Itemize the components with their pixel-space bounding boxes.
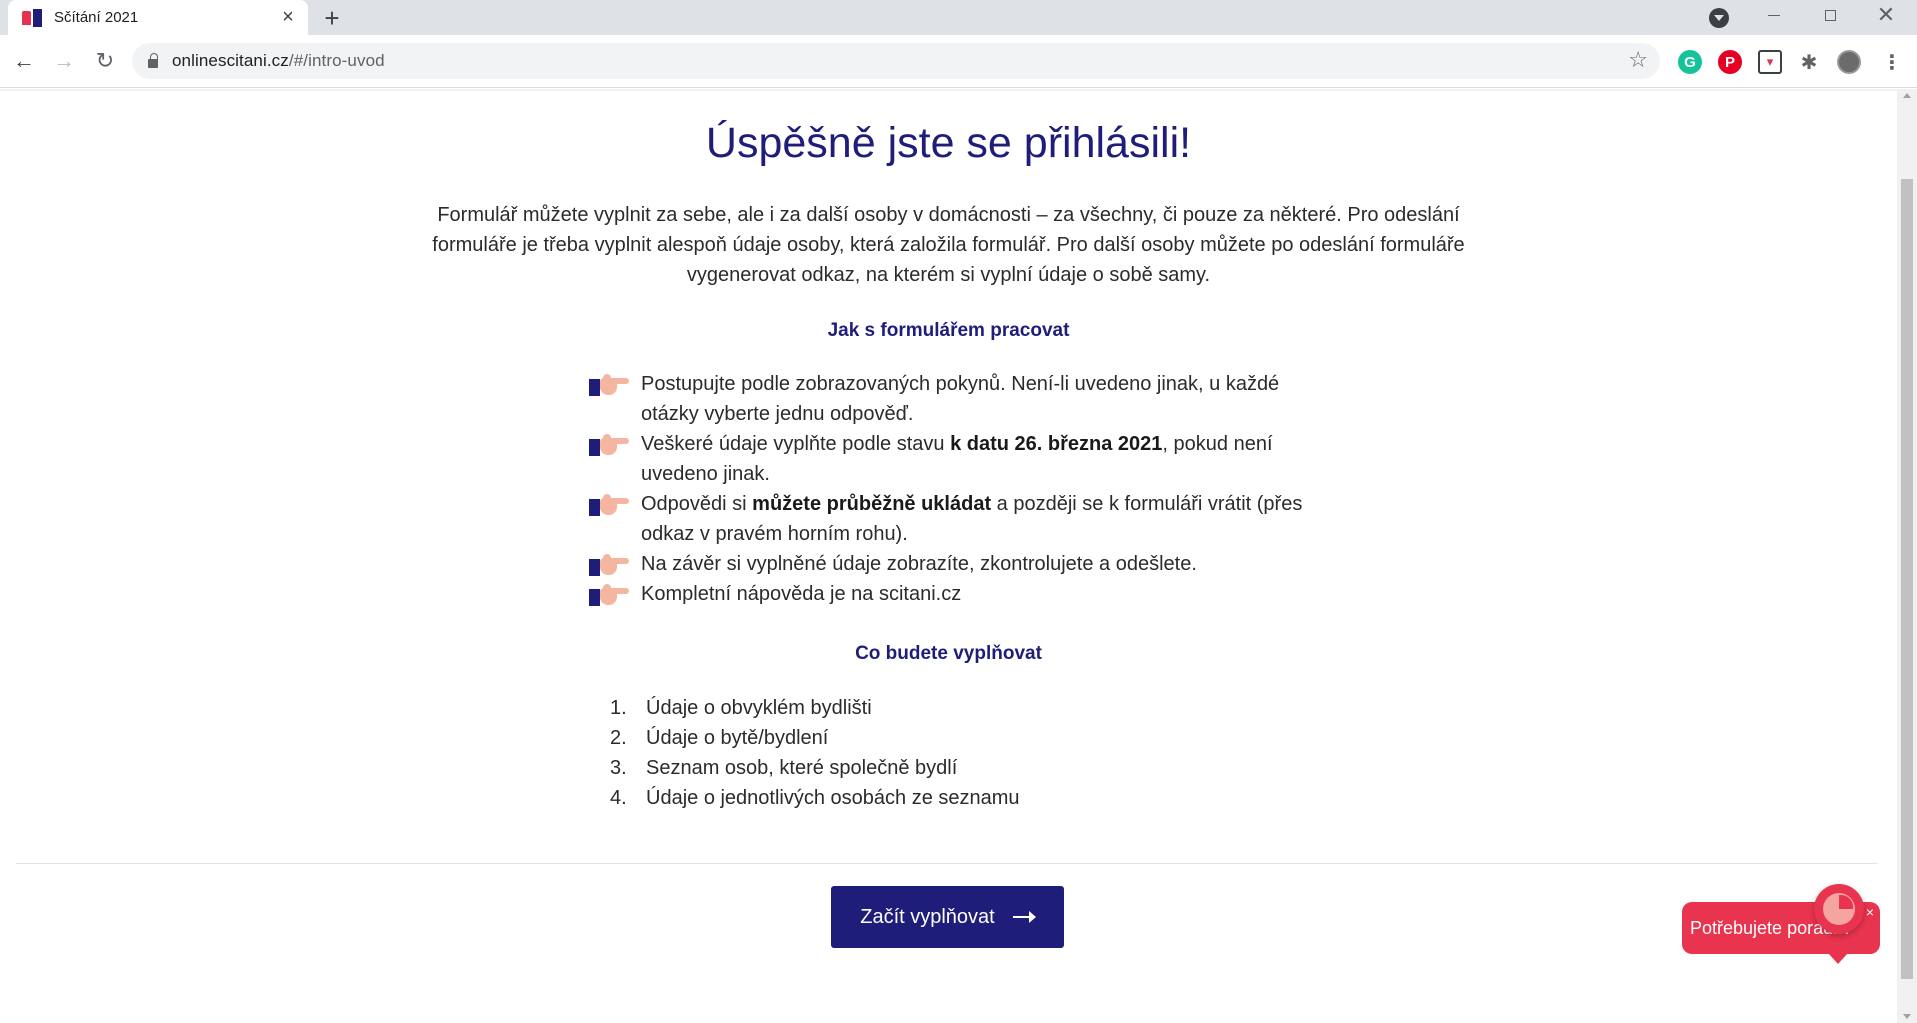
tab-close-icon[interactable]: ×: [274, 4, 302, 32]
browser-tab-bar: Sčítání 2021 × + ✕: [0, 0, 1917, 35]
intro-text: Formulář můžete vyplnit za sebe, ale i z…: [432, 204, 1465, 286]
start-filling-button[interactable]: Začít vyplňovat: [831, 886, 1064, 948]
back-arrow-icon[interactable]: ←: [10, 47, 38, 75]
step-number: 4.: [610, 787, 627, 809]
arrow-right-icon: [1012, 911, 1036, 923]
browser-toolbar: ← → ↻ onlinescitani.cz/#/intro-uvod ☆ G …: [0, 35, 1917, 88]
tip-text: Postupujte podle zobrazovaných pokynů. N…: [641, 373, 1280, 425]
browser-menu-icon[interactable]: ⋮: [1880, 50, 1904, 74]
tip-item: Kompletní nápověda je na scitani.cz: [585, 579, 1305, 609]
help-close-icon[interactable]: ×: [1866, 904, 1874, 920]
tip-text: Veškeré údaje vyplňte podle stavu: [641, 433, 951, 455]
window-close-button[interactable]: ✕: [1858, 0, 1914, 30]
tip-item: Na závěr si vyplněné údaje zobrazíte, zk…: [585, 549, 1305, 579]
scroll-up-arrow-icon[interactable]: [1903, 93, 1911, 98]
scrollbar-thumb[interactable]: [1901, 179, 1913, 979]
browser-tab[interactable]: Sčítání 2021 ×: [8, 0, 308, 35]
start-button-label: Začít vyplňovat: [860, 905, 995, 928]
chat-launcher-icon[interactable]: [1814, 884, 1864, 934]
lock-icon[interactable]: [148, 52, 158, 68]
pointing-hand-icon: [587, 553, 631, 577]
tip-text: Kompletní nápověda je na scitani.cz: [641, 583, 962, 605]
step-item: 4. Údaje o jednotlivých osobách ze seznam…: [610, 783, 1210, 813]
section-divider: [16, 863, 1877, 864]
tips-list: Postupujte podle zobrazovaných pokynů. N…: [585, 369, 1305, 609]
window-minimize-button[interactable]: [1746, 0, 1802, 30]
step-item: 2. Údaje o bytě/bydlení: [610, 723, 1210, 753]
window-restore-button[interactable]: [1802, 0, 1858, 30]
step-number: 3.: [610, 757, 627, 779]
tab-title: Sčítání 2021: [54, 9, 139, 26]
tab-search-icon[interactable]: [1709, 8, 1729, 28]
tip-text: Odpovědi si: [641, 493, 753, 515]
tip-item: Veškeré údaje vyplňte podle stavu k datu…: [585, 429, 1305, 489]
forward-arrow-icon[interactable]: →: [50, 47, 78, 75]
pointing-hand-icon: [587, 493, 631, 517]
step-label: Údaje o obvyklém bydlišti: [646, 697, 872, 719]
page-title: Úspěšně jste se přihlásili!: [705, 119, 1192, 167]
tip-item: Postupujte podle zobrazovaných pokynů. N…: [585, 369, 1305, 429]
extensions-puzzle-icon[interactable]: ✱: [1797, 50, 1821, 74]
step-label: Seznam osob, které společně bydlí: [646, 757, 958, 779]
tip-emphasis: k datu 26. března 2021: [950, 433, 1163, 455]
step-item: 3. Seznam osob, které společně bydlí: [610, 753, 1210, 783]
step-number: 1.: [610, 697, 627, 719]
pinterest-icon[interactable]: P: [1718, 50, 1742, 74]
address-bar[interactable]: onlinescitani.cz/#/intro-uvod ☆: [132, 43, 1660, 79]
how-to-heading: Jak s formulářem pracovat: [827, 320, 1070, 341]
step-label: Údaje o bytě/bydlení: [646, 727, 829, 749]
pointing-hand-icon: [587, 373, 631, 397]
new-tab-button[interactable]: +: [318, 3, 346, 33]
pointing-hand-icon: [587, 583, 631, 607]
steps-list: 1. Údaje o obvyklém bydlišti 2. Údaje o by…: [610, 693, 1210, 813]
step-number: 2.: [610, 727, 627, 749]
pointing-hand-icon: [587, 433, 631, 457]
site-favicon-icon: [22, 8, 44, 27]
what-to-fill-heading: Co budete vyplňovat: [855, 643, 1042, 664]
tip-emphasis: můžete průběžně ukládat: [752, 493, 992, 515]
reload-icon[interactable]: ↻: [91, 47, 119, 75]
tip-item: Odpovědi si můžete průběžně ukládat a po…: [585, 489, 1305, 549]
header-shadow-divider: [0, 89, 1897, 91]
scroll-down-arrow-icon[interactable]: [1903, 1014, 1911, 1019]
step-label: Údaje o jednotlivých osobách ze seznamu: [646, 787, 1020, 809]
tip-text: Na závěr si vyplněné údaje zobrazíte, zk…: [641, 553, 1197, 575]
pocket-icon[interactable]: ▾: [1758, 50, 1782, 74]
bookmark-star-icon[interactable]: ☆: [1628, 47, 1648, 73]
profile-avatar[interactable]: [1837, 50, 1861, 74]
vertical-scrollbar[interactable]: [1897, 89, 1917, 1023]
grammarly-icon[interactable]: G: [1678, 50, 1702, 74]
url-host: onlinescitani.cz: [172, 51, 289, 70]
url-path: /#/intro-uvod: [288, 51, 385, 70]
step-item: 1. Údaje o obvyklém bydlišti: [610, 693, 1210, 723]
page-content: Úspěšně jste se přihlásili! Formulář můž…: [0, 89, 1897, 1023]
url-text[interactable]: onlinescitani.cz/#/intro-uvod: [172, 51, 385, 71]
